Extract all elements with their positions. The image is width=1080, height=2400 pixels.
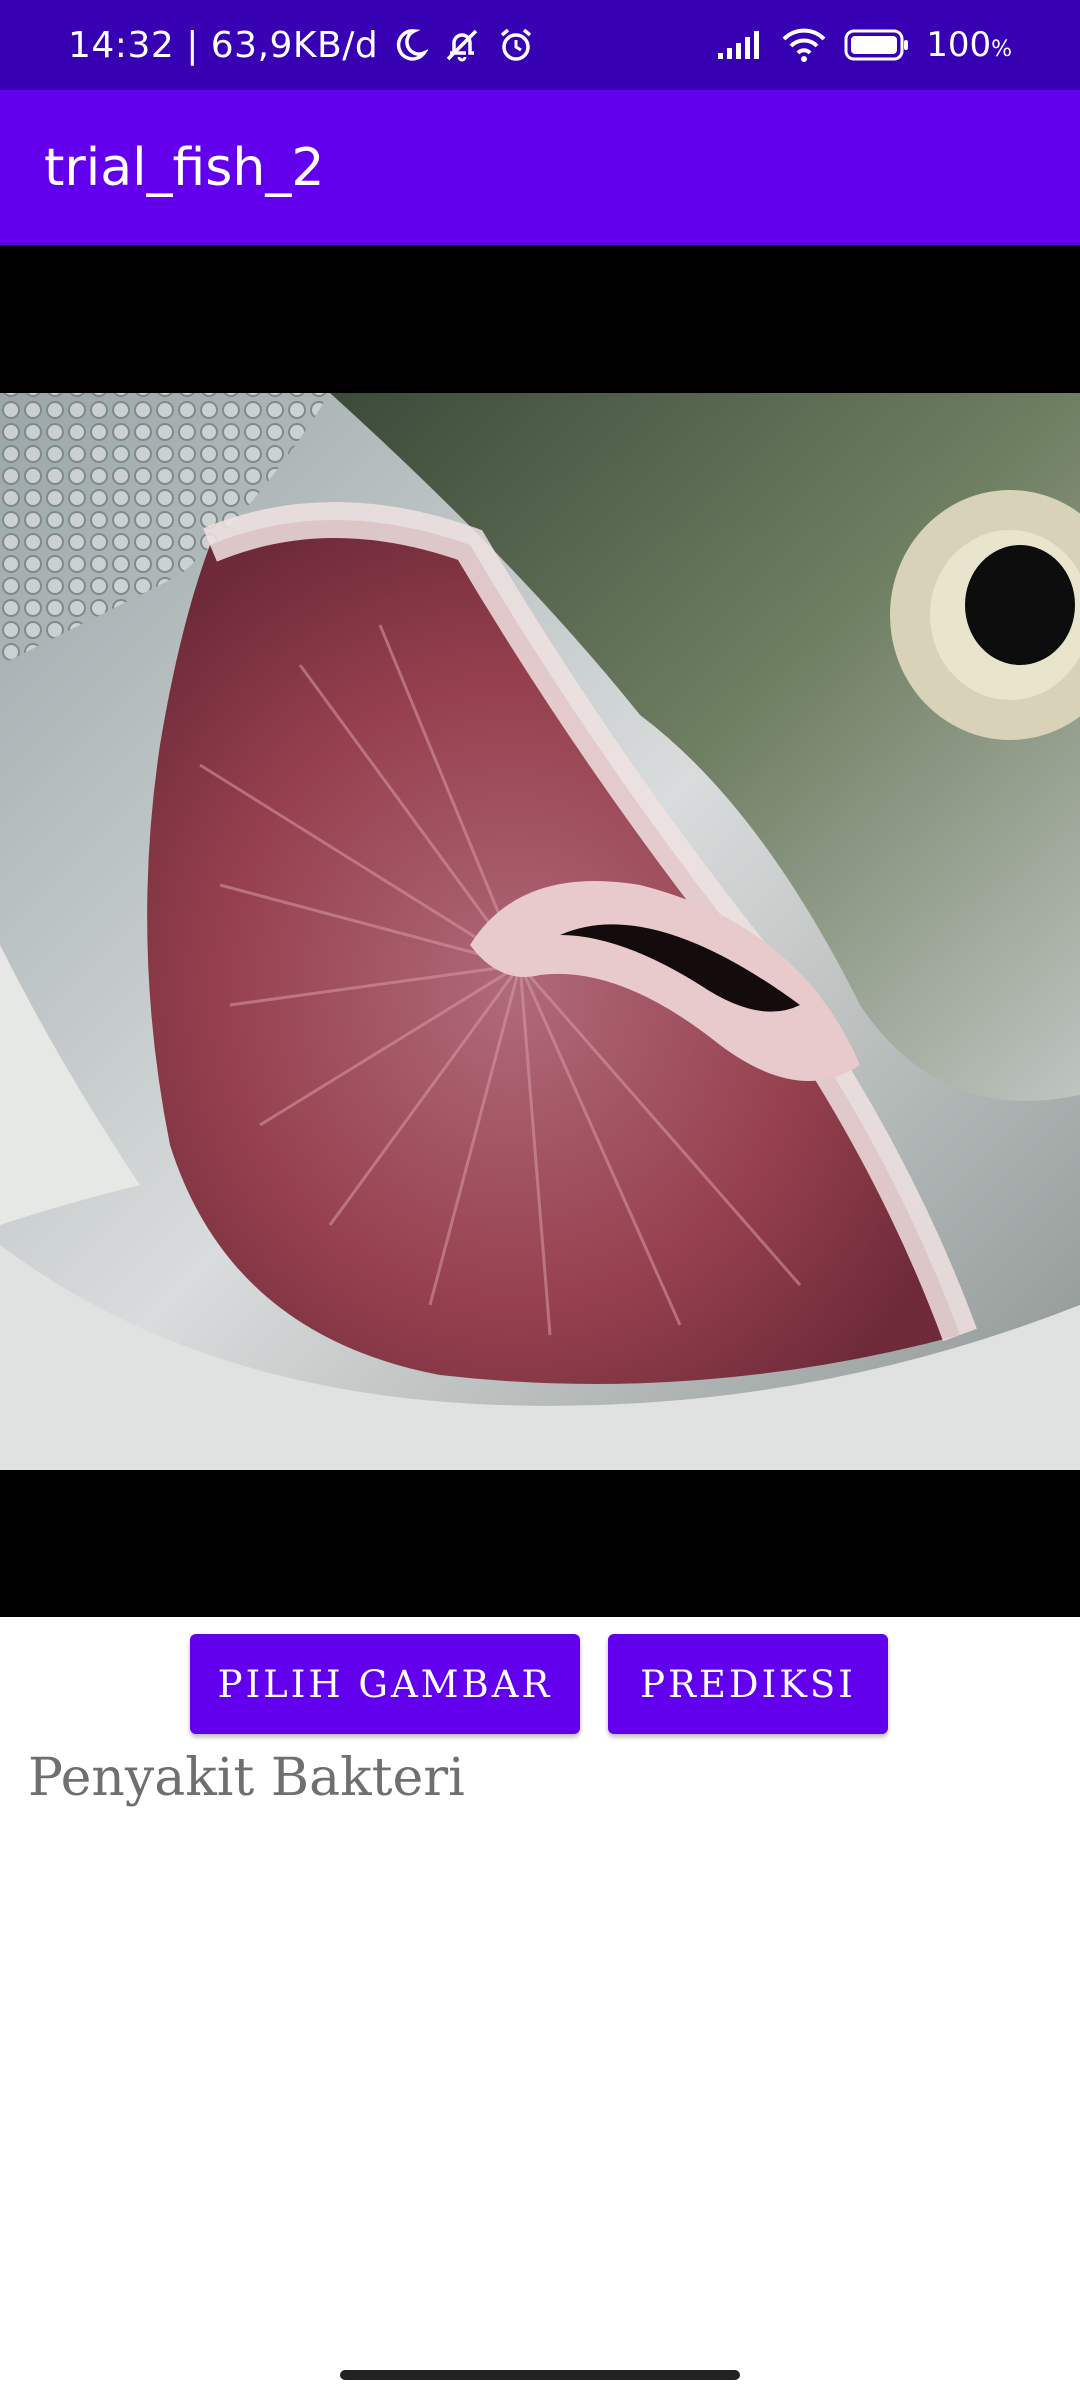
moon-icon [392,27,429,63]
status-bar: 14:32 | 63,9KB/d 100% [0,0,1080,90]
mute-bell-icon [442,25,482,65]
image-view [0,245,1080,1617]
signal-icon [716,29,764,61]
app-bar: trial_fish_2 [0,90,1080,245]
fish-gill-photo [0,393,1080,1470]
gesture-nav-handle[interactable] [340,2370,740,2380]
pick-image-button[interactable]: PILIH GAMBAR [190,1634,580,1734]
status-time-speed: 14:32 | 63,9KB/d [68,24,379,66]
status-left: 14:32 | 63,9KB/d [68,0,536,90]
battery-icon [844,28,910,62]
app-title: trial_fish_2 [44,137,325,198]
alarm-icon [496,25,536,65]
pick-image-label: PILIH GAMBAR [217,1662,553,1706]
predict-button[interactable]: PREDIKSI [608,1634,888,1734]
predict-label: PREDIKSI [640,1662,856,1706]
wifi-icon [780,27,828,63]
prediction-result: Penyakit Bakteri [28,1748,465,1808]
battery-level: 100% [926,25,1012,65]
status-right: 100% [716,0,1012,90]
